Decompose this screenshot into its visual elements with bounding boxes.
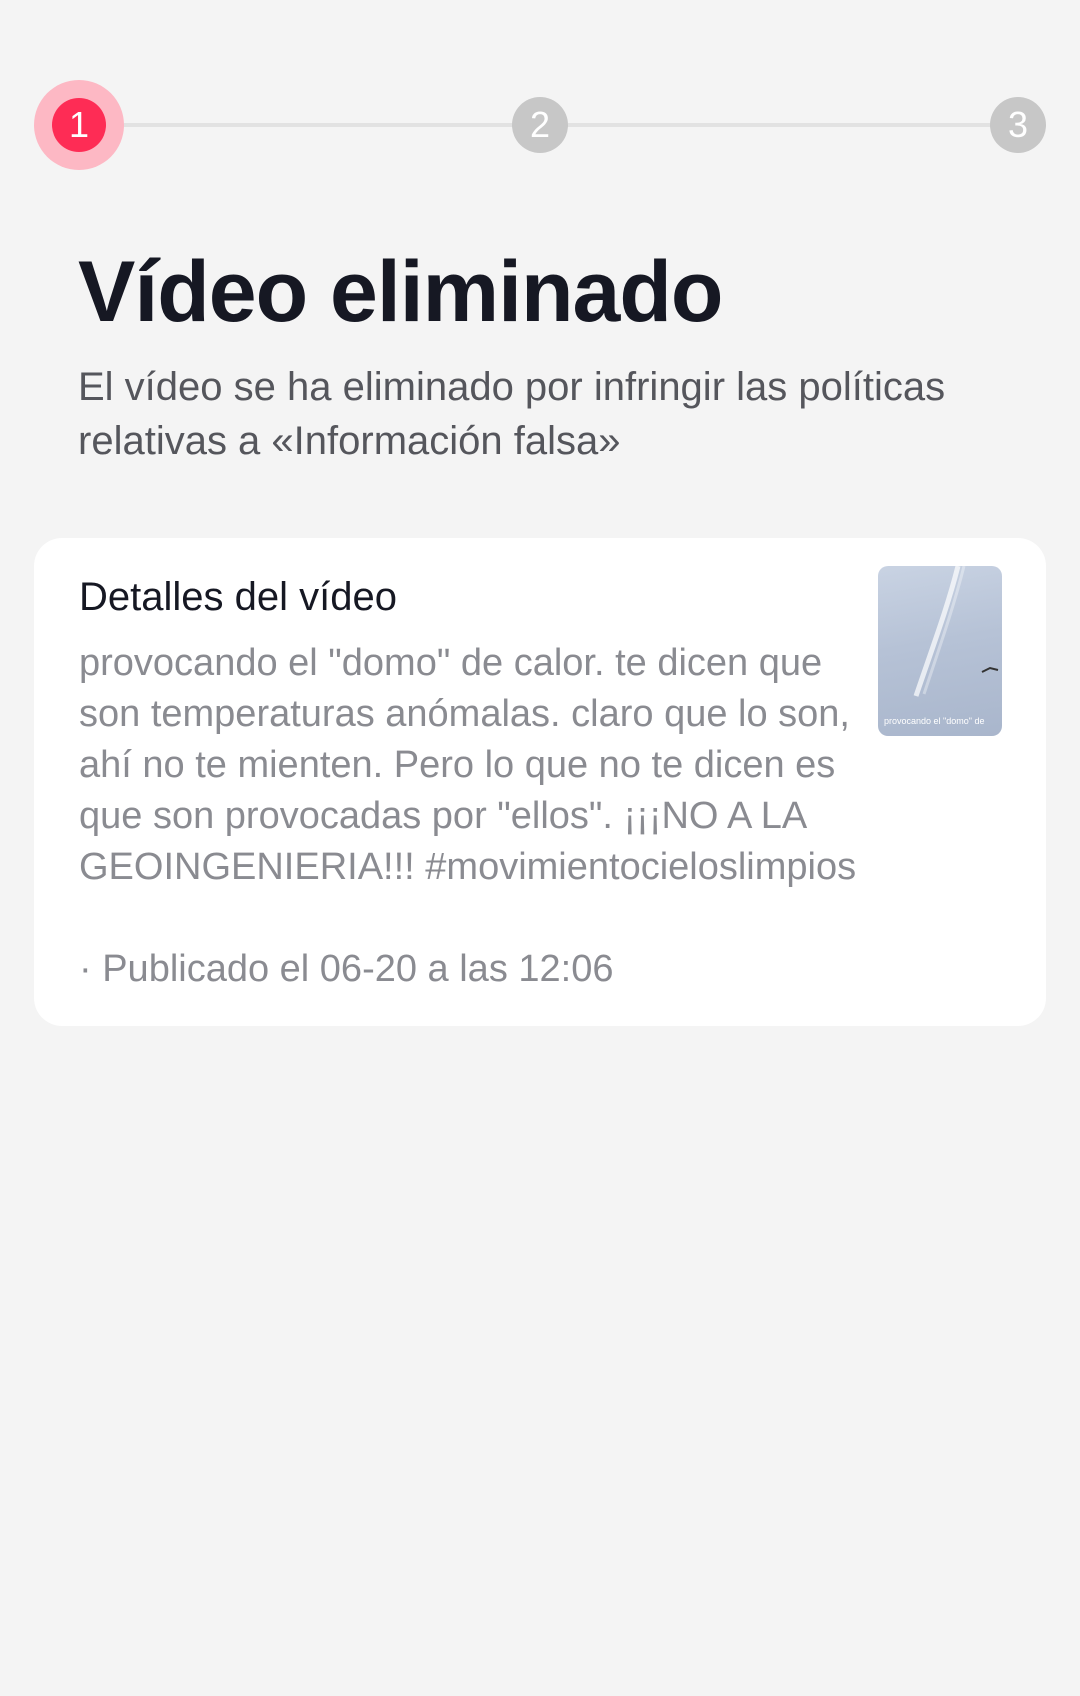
step-2-indicator: 2 — [512, 97, 568, 153]
step-3-indicator: 3 — [990, 97, 1046, 153]
thumbnail-caption: provocando el "domo" de — [884, 716, 985, 726]
progress-stepper: 1 2 3 — [34, 80, 1046, 170]
video-details-card: Detalles del vídeo provocando el "domo" … — [34, 538, 1046, 1026]
step-1-indicator: 1 — [34, 80, 124, 170]
page: 1 2 3 Vídeo eliminado El vídeo se ha eli… — [0, 0, 1080, 1696]
page-title: Vídeo eliminado — [78, 244, 723, 340]
video-thumbnail[interactable]: provocando el "domo" de — [878, 566, 1002, 736]
step-1-label: 1 — [52, 98, 106, 152]
sky-contrail-image — [913, 566, 999, 697]
page-subtitle: El vídeo se ha eliminado por infringir l… — [78, 365, 946, 463]
video-description: provocando el "domo" de calor. te dicen … — [79, 642, 857, 888]
card-title: Detalles del vídeo — [79, 575, 397, 619]
published-date: · Publicado el 06-20 a las 12:06 — [79, 948, 614, 990]
